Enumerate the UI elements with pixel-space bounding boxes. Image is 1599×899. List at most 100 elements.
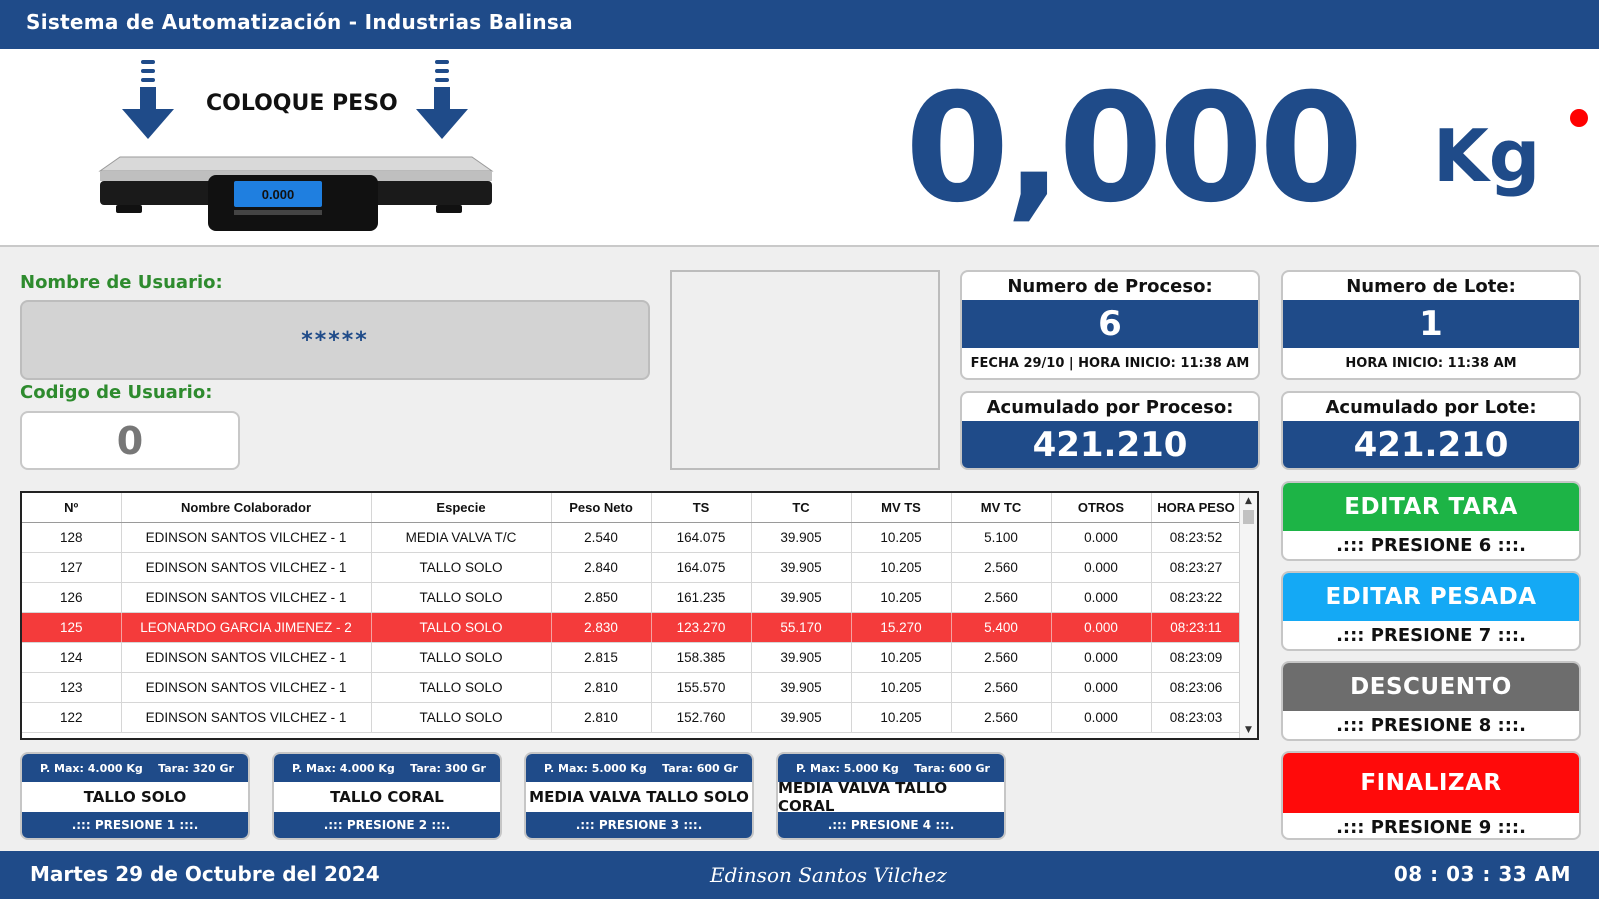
finish-button[interactable]: FINALIZAR .::: PRESIONE 9 :::. <box>1281 751 1581 840</box>
current-time: 08 : 03 : 33 AM <box>1393 862 1571 886</box>
column-header: MV TC <box>951 493 1052 523</box>
table-cell: EDINSON SANTOS VILCHEZ - 1 <box>121 702 372 733</box>
edit-weighing-label: EDITAR PESADA <box>1283 573 1579 621</box>
table-cell: 08:23:06 <box>1151 672 1242 703</box>
column-header: Especie <box>371 493 552 523</box>
discount-hint: .::: PRESIONE 8 :::. <box>1336 714 1526 736</box>
status-footer: Martes 29 de Octubre del 2024 Edinson Sa… <box>0 851 1599 899</box>
table-row[interactable]: 127 EDINSON SANTOS VILCHEZ - 1 TALLO SOLO 2… <box>22 552 1242 583</box>
current-date: Martes 29 de Octubre del 2024 <box>30 862 380 886</box>
table-cell: 2.560 <box>951 582 1052 613</box>
table-row[interactable]: 124 EDINSON SANTOS VILCHEZ - 1 TALLO SOLO 2… <box>22 642 1242 673</box>
table-cell: 0.000 <box>1051 552 1152 583</box>
species-name: TALLO SOLO <box>83 788 187 806</box>
table-cell: 0.000 <box>1051 582 1152 613</box>
table-cell: 39.905 <box>751 642 852 673</box>
process-number-value: 6 <box>962 300 1258 348</box>
lot-number-card: Numero de Lote: 1 HORA INICIO: 11:38 AM <box>1281 270 1581 380</box>
table-cell: 39.905 <box>751 582 852 613</box>
table-cell: 2.560 <box>951 702 1052 733</box>
species-hint: .::: PRESIONE 4 :::. <box>778 812 1004 838</box>
table-cell: 164.075 <box>651 522 752 553</box>
table-cell: 08:23:09 <box>1151 642 1242 673</box>
table-row[interactable]: 125 LEONARDO GARCIA JIMENEZ - 2 TALLO SOLO… <box>22 612 1242 643</box>
author-signature: Edinson Santos Vilchez <box>710 863 947 887</box>
table-cell: 55.170 <box>751 612 852 643</box>
table-cell: 152.760 <box>651 702 752 733</box>
table-cell: 2.560 <box>951 552 1052 583</box>
scrollbar-thumb[interactable] <box>1243 510 1254 524</box>
table-cell: 10.205 <box>851 522 952 553</box>
table-cell: TALLO SOLO <box>371 642 552 673</box>
connection-status-indicator <box>1570 109 1588 127</box>
table-cell: TALLO SOLO <box>371 702 552 733</box>
table-cell: 08:23:11 <box>1151 612 1242 643</box>
species-tare: Tara: 600 Gr <box>914 761 990 775</box>
species-name: TALLO CORAL <box>330 788 444 806</box>
place-weight-label: COLOQUE PESO <box>206 91 398 116</box>
table-cell: 15.270 <box>851 612 952 643</box>
table-cell: EDINSON SANTOS VILCHEZ - 1 <box>121 642 372 673</box>
table-body[interactable]: 128 EDINSON SANTOS VILCHEZ - 1 MEDIA VALVA… <box>22 522 1242 733</box>
table-cell: 10.205 <box>851 552 952 583</box>
edit-tare-label: EDITAR TARA <box>1283 483 1579 531</box>
table-scrollbar[interactable]: ▲ ▼ <box>1239 493 1257 738</box>
edit-weighing-hint: .::: PRESIONE 7 :::. <box>1336 624 1526 646</box>
column-header: MV TS <box>851 493 952 523</box>
species-button-tallo-solo[interactable]: P. Max: 4.000 Kg Tara: 320 Gr TALLO SOLO … <box>20 752 250 840</box>
species-button-tallo-coral[interactable]: P. Max: 4.000 Kg Tara: 300 Gr TALLO CORAL… <box>272 752 502 840</box>
edit-tare-hint: .::: PRESIONE 6 :::. <box>1336 534 1526 556</box>
user-name-label: Nombre de Usuario: <box>20 272 223 293</box>
table-cell: EDINSON SANTOS VILCHEZ - 1 <box>121 672 372 703</box>
column-header: Peso Neto <box>551 493 652 523</box>
table-cell: 2.810 <box>551 672 652 703</box>
edit-weighing-button[interactable]: EDITAR PESADA .::: PRESIONE 7 :::. <box>1281 571 1581 651</box>
table-cell: 2.560 <box>951 672 1052 703</box>
process-number-label: Numero de Proceso: <box>1007 275 1213 297</box>
table-cell: 2.840 <box>551 552 652 583</box>
table-cell: 10.205 <box>851 702 952 733</box>
title-bar: Sistema de Automatización - Industrias B… <box>0 0 1599 49</box>
table-cell: 10.205 <box>851 642 952 673</box>
column-header: TS <box>651 493 752 523</box>
table-cell: 39.905 <box>751 672 852 703</box>
column-header: Nombre Colaborador <box>121 493 372 523</box>
table-cell: EDINSON SANTOS VILCHEZ - 1 <box>121 552 372 583</box>
user-name-field[interactable]: ***** <box>20 300 650 380</box>
table-row[interactable]: 128 EDINSON SANTOS VILCHEZ - 1 MEDIA VALVA… <box>22 522 1242 553</box>
weight-unit: Kg <box>1433 114 1541 198</box>
table-cell: 39.905 <box>751 702 852 733</box>
table-cell: 08:23:22 <box>1151 582 1242 613</box>
lot-accumulated-value: 421.210 <box>1283 421 1579 468</box>
column-header: OTROS <box>1051 493 1152 523</box>
table-row[interactable]: 122 EDINSON SANTOS VILCHEZ - 1 TALLO SOLO 2… <box>22 702 1242 733</box>
table-header-row: Nº Nombre Colaborador Especie Peso Neto TS TC… <box>22 493 1242 523</box>
discount-button[interactable]: DESCUENTO .::: PRESIONE 8 :::. <box>1281 661 1581 741</box>
species-button-media-valva-tallo-solo[interactable]: P. Max: 5.000 Kg Tara: 600 Gr MEDIA VALVA… <box>524 752 754 840</box>
species-button-media-valva-tallo-coral[interactable]: P. Max: 5.000 Kg Tara: 600 Gr MEDIA VALVA… <box>776 752 1006 840</box>
user-code-field[interactable]: 0 <box>20 411 240 470</box>
table-cell: TALLO SOLO <box>371 552 552 583</box>
table-row[interactable]: 123 EDINSON SANTOS VILCHEZ - 1 TALLO SOLO 2… <box>22 672 1242 703</box>
table-row[interactable]: 126 EDINSON SANTOS VILCHEZ - 1 TALLO SOLO 2… <box>22 582 1242 613</box>
table-cell: 39.905 <box>751 522 852 553</box>
weighings-table[interactable]: Nº Nombre Colaborador Especie Peso Neto TS TC… <box>20 491 1259 740</box>
scroll-up-icon[interactable]: ▲ <box>1240 493 1257 509</box>
table-cell: 0.000 <box>1051 702 1152 733</box>
scroll-down-icon[interactable]: ▼ <box>1240 722 1257 738</box>
table-cell: 2.830 <box>551 612 652 643</box>
scale-icon: 0.000 <box>98 60 494 231</box>
table-cell: 08:23:03 <box>1151 702 1242 733</box>
edit-tare-button[interactable]: EDITAR TARA .::: PRESIONE 6 :::. <box>1281 481 1581 561</box>
process-accumulated-label: Acumulado por Proceso: <box>986 396 1234 418</box>
user-photo-placeholder <box>670 270 940 470</box>
table-cell: 0.000 <box>1051 522 1152 553</box>
table-cell: 0.000 <box>1051 612 1152 643</box>
table-cell: 123.270 <box>651 612 752 643</box>
process-accumulated-card: Acumulado por Proceso: 421.210 <box>960 391 1260 470</box>
process-number-card: Numero de Proceso: 6 FECHA 29/10 | HORA … <box>960 270 1260 380</box>
column-header: Nº <box>22 493 122 523</box>
table-cell: 124 <box>22 642 122 673</box>
species-tare: Tara: 300 Gr <box>410 761 486 775</box>
scale-illustration: 0.000 <box>96 57 506 243</box>
